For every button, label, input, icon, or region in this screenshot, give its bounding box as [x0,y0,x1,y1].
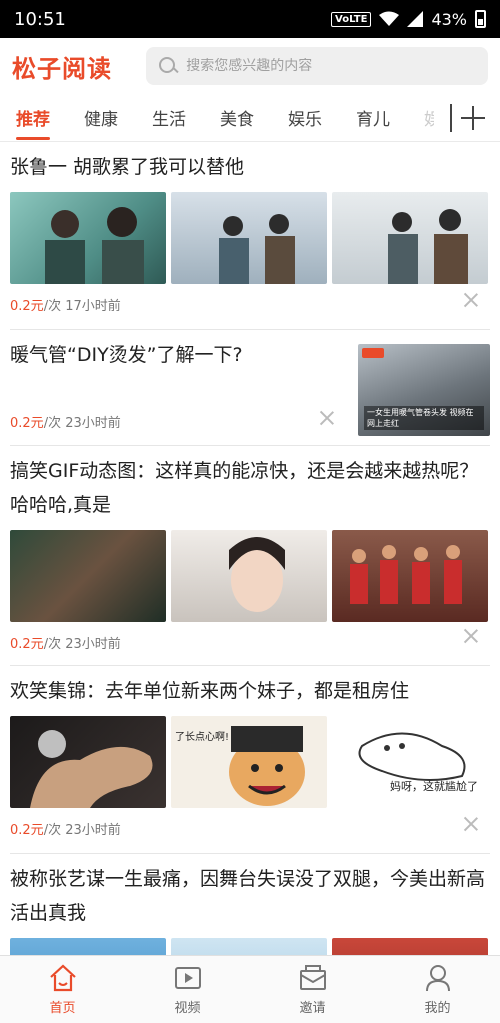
battery-icon [475,10,486,28]
tab-divider [450,104,452,132]
status-icons: VoLTE 43% [331,10,486,29]
article-title: 欢笑集锦：去年单位新来两个妹子，都是租房住 [10,680,410,702]
tab-entertainment[interactable]: 娱乐 [288,94,322,141]
article-price: 0.2元 [10,415,44,431]
volte-badge: VoLTE [331,11,372,27]
article-thumbs [10,192,490,284]
article-meta: 0.2元 /次 23小时前 [10,622,490,662]
tab-health[interactable]: 健康 [84,94,118,141]
article-item[interactable]: 搞笑GIF动态图：这样真的能凉快，还是会越来越热呢？哈哈哈,真是 0.2元 /次… [10,446,490,666]
people-figure-icon [219,214,295,284]
nav-video-label: 视频 [174,1001,201,1016]
tab-overflow[interactable]: 娱 [424,94,434,141]
source-badge-icon [362,348,384,358]
tab-life[interactable]: 生活 [152,94,186,141]
dismiss-icon[interactable] [464,817,478,831]
search-bar[interactable] [146,47,488,85]
article-item[interactable]: 暖气管“DIY烫发”了解一下? 一女生用暖气管卷头发 视频在网上走红 0.2元 … [10,330,490,446]
status-bar: 10:51 VoLTE 43% [0,0,500,38]
article-price: 0.2元 [10,636,44,652]
article-image: 一女生用暖气管卷头发 视频在网上走红 [358,344,490,436]
article-feed: 张鲁一 胡歌累了我可以替他 0.2元 /次 17小时前 暖气管“DIY烫发”了解… [0,142,500,955]
nav-invite-label: 邀请 [299,1001,326,1016]
article-thumbs: 了长点心啊! 妈呀，这就尴尬了 [10,716,490,808]
dismiss-icon[interactable] [464,293,478,307]
article-time: /次 17小时前 [43,298,121,314]
article-meta: 0.2元 /次 17小时前 [10,284,490,324]
article-image [10,716,166,808]
bottom-navigation: 首页 视频 邀请 我的 [0,955,500,1023]
invite-icon [299,965,326,990]
article-time: /次 23小时前 [43,822,121,838]
article-image [10,192,166,284]
nav-home[interactable]: 首页 [0,956,125,1023]
face-icon [229,537,285,612]
dismiss-icon[interactable] [464,629,478,643]
add-tab-icon[interactable] [456,101,490,135]
home-icon [49,964,76,992]
article-image [171,938,327,955]
people-figure-icon [388,209,468,284]
image-caption: 一女生用暖气管卷头发 视频在网上走红 [364,406,484,430]
article-image: 妈呀，这就尴尬了 [332,716,488,808]
signal-icon [407,11,424,27]
article-image [332,938,488,955]
article-meta: 0.2元 /次 23小时前 [10,401,121,441]
nav-profile-label: 我的 [424,1001,451,1016]
muscle-arm-icon [30,730,153,808]
search-input[interactable] [186,58,476,74]
tab-food[interactable]: 美食 [220,94,254,141]
article-image [332,192,488,284]
tab-recommend[interactable]: 推荐 [16,94,50,141]
wifi-icon [379,11,400,26]
app-header: 松子阅读 [0,38,500,94]
article-thumbs [10,530,490,622]
article-title: 张鲁一 胡歌累了我可以替他 [10,156,245,178]
article-image [10,530,166,622]
category-tabs: 推荐 健康 生活 美食 娱乐 育儿 娱 [0,94,500,142]
cartoon-seal-icon [358,732,466,781]
app-logo: 松子阅读 [12,54,112,83]
video-icon [174,967,201,989]
article-time: /次 23小时前 [43,415,121,431]
article-title: 搞笑GIF动态图：这样真的能凉快，还是会越来越热呢？哈哈哈,真是 [10,460,479,516]
battery-percent: 43% [431,9,467,29]
nav-invite[interactable]: 邀请 [250,956,375,1023]
article-image [171,530,327,622]
article-price: 0.2元 [10,822,44,838]
article-item[interactable]: 张鲁一 胡歌累了我可以替他 0.2元 /次 17小时前 [10,142,490,330]
article-thumbs [10,938,490,955]
image-caption: 妈呀，这就尴尬了 [390,780,478,793]
article-title: 暖气管“DIY烫发”了解一下? [10,344,243,366]
article-time: /次 23小时前 [43,636,121,652]
article-image: 了长点心啊! [171,716,327,808]
article-item[interactable]: 被称张艺谋一生最痛，因舞台失误没了双腿，今美出新高活出真我 [10,854,490,955]
image-caption: 了长点心啊! [175,732,230,743]
people-figure-icon [350,545,462,604]
people-figure-icon [45,207,144,284]
nav-profile[interactable]: 我的 [375,956,500,1023]
article-image [171,192,327,284]
article-meta: 0.2元 /次 23小时前 [10,808,490,848]
dismiss-icon[interactable] [320,411,334,425]
profile-icon [425,965,450,992]
article-image [332,530,488,622]
article-title: 被称张艺谋一生最痛，因舞台失误没了双腿，今美出新高活出真我 [10,868,486,924]
article-item[interactable]: 欢笑集锦：去年单位新来两个妹子，都是租房住 了长点心啊! 妈呀，这就尴尬了 0.… [10,666,490,854]
status-time: 10:51 [14,8,66,30]
tab-parenting[interactable]: 育儿 [356,94,390,141]
nav-home-label: 首页 [49,1001,76,1016]
search-icon [158,56,176,76]
article-image [10,938,166,955]
article-price: 0.2元 [10,298,44,314]
nav-video[interactable]: 视频 [125,956,250,1023]
